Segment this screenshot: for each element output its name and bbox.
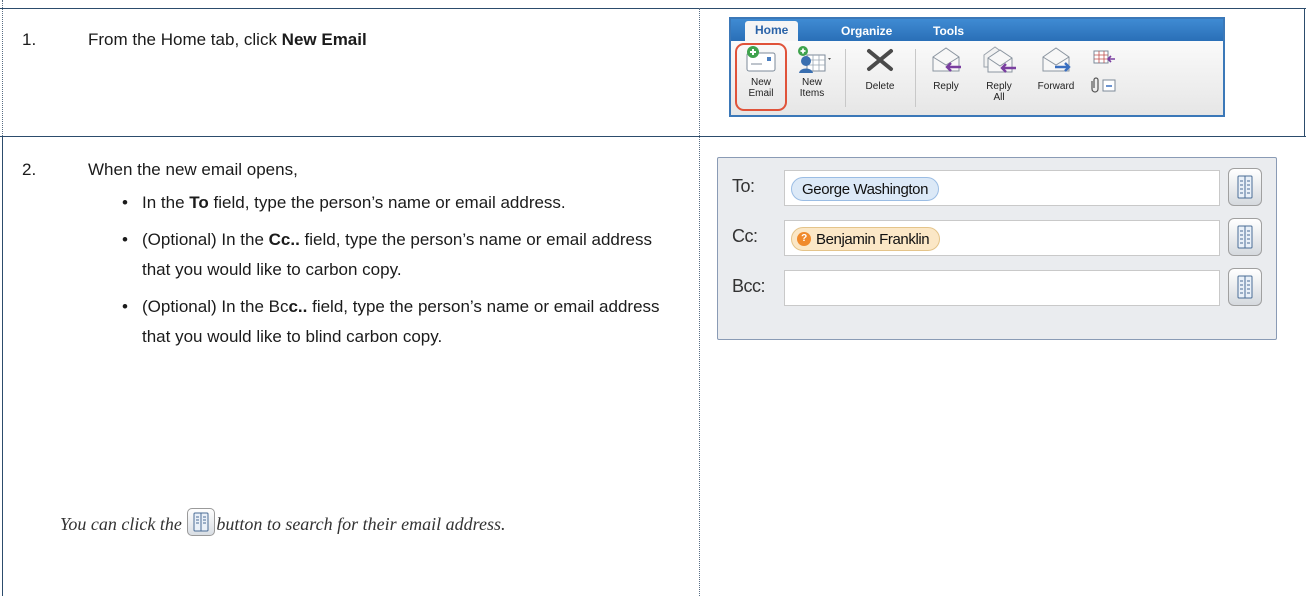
tab-organize[interactable]: Organize (841, 22, 892, 41)
table-border-right (1304, 8, 1305, 136)
to-row: To: George Washington (718, 168, 1276, 208)
address-book-icon (187, 508, 216, 536)
address-book-button[interactable] (1228, 168, 1262, 206)
step-1-text: From the Home tab, click New Email (88, 28, 367, 52)
tab-home[interactable]: Home (745, 21, 799, 41)
bcc-field[interactable] (784, 270, 1220, 306)
step-2-intro: When the new email opens, (88, 160, 298, 179)
new-items-label: New Items (799, 77, 825, 99)
bullet-bold: c.. (288, 297, 308, 316)
recipient-name: Benjamin Franklin (816, 231, 930, 248)
step-1-bold: New Email (281, 30, 367, 49)
warning-icon: ? (797, 232, 811, 246)
bullet-bold: To (189, 193, 209, 212)
address-book-note: You can click the button to search for t… (60, 508, 680, 538)
reply-icon (929, 45, 963, 75)
forward-label: Forward (1037, 81, 1075, 92)
ribbon-separator (845, 49, 846, 107)
step-2-bullet-list: In the To field, type the person’s name … (120, 188, 680, 359)
list-item: In the To field, type the person’s name … (120, 188, 680, 218)
ribbon-tab-bar: Home Organize Tools (731, 19, 1223, 41)
new-items-icon (795, 45, 831, 75)
address-fields-screenshot: To: George Washington Cc: ? Benjamin Fran… (717, 157, 1277, 340)
meeting-icon[interactable] (1091, 47, 1117, 69)
note-text: You can click the (60, 514, 187, 534)
list-item: (Optional) In the Bcc.. field, type the … (120, 292, 680, 352)
to-field[interactable]: George Washington (784, 170, 1220, 206)
to-label: To: (732, 176, 755, 196)
attachment-icon[interactable] (1087, 77, 1119, 95)
bcc-label: Bcc: (732, 276, 766, 296)
reply-all-button[interactable]: Reply All (975, 45, 1023, 103)
new-email-highlight (735, 43, 787, 111)
cc-row: Cc: ? Benjamin Franklin (718, 218, 1276, 258)
bcc-row: Bcc: (718, 268, 1276, 308)
reply-all-label: Reply All (986, 81, 1012, 103)
ribbon-separator (915, 49, 916, 107)
address-book-button[interactable] (1228, 268, 1262, 306)
tab-tools[interactable]: Tools (933, 22, 964, 41)
table-column-divider (699, 8, 700, 596)
ribbon-screenshot: Home Organize Tools New Email New Items … (729, 17, 1225, 117)
bullet-text: In the (142, 193, 190, 212)
new-items-button[interactable]: New Items (789, 45, 835, 99)
table-border-top (0, 8, 1306, 9)
reply-button[interactable]: Reply (923, 45, 969, 92)
ribbon-body: New Email New Items Delete Reply Reply A… (731, 41, 1223, 115)
recipient-chip[interactable]: George Washington (791, 177, 940, 201)
cc-label: Cc: (732, 226, 758, 246)
bullet-text: field, type the person’s name or email a… (208, 193, 566, 212)
delete-label: Delete (865, 81, 895, 92)
step-1-text-prefix: From the Home tab, click (88, 30, 282, 49)
bullet-bold: Cc.. (268, 230, 300, 249)
reply-label: Reply (933, 81, 959, 92)
table-border-left (2, 0, 3, 136)
recipient-chip[interactable]: ? Benjamin Franklin (791, 227, 941, 251)
delete-button[interactable]: Delete (855, 45, 905, 92)
step-number: 2. (22, 160, 37, 179)
forward-icon (1039, 45, 1073, 75)
reply-all-icon (982, 45, 1016, 75)
step-number: 1. (22, 30, 37, 49)
cc-field[interactable]: ? Benjamin Franklin (784, 220, 1220, 256)
delete-icon (863, 45, 897, 75)
bullet-text: (Optional) In the Bc (142, 297, 289, 316)
forward-button[interactable]: Forward (1031, 45, 1081, 92)
table-border-left-lower (2, 136, 3, 596)
table-row-divider (0, 136, 1306, 137)
bullet-text: (Optional) In the (142, 230, 269, 249)
address-book-button[interactable] (1228, 218, 1262, 256)
list-item: (Optional) In the Cc.. field, type the p… (120, 225, 680, 285)
note-text: button to search for their email address… (216, 514, 506, 534)
